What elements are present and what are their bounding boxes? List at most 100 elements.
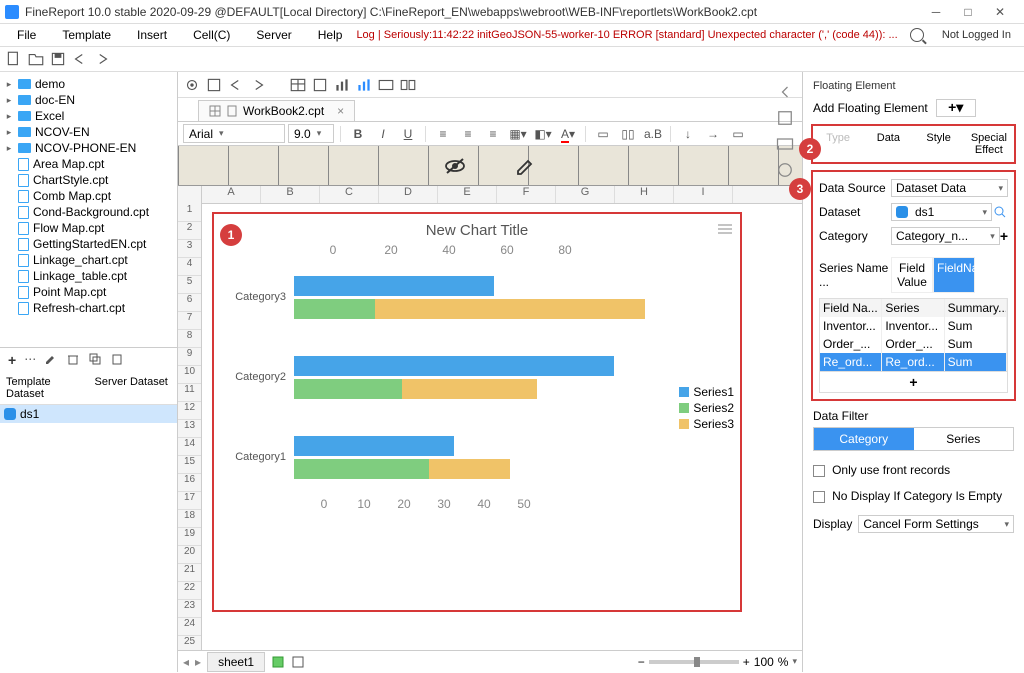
search-icon[interactable] <box>910 28 924 42</box>
element-icon[interactable] <box>775 108 795 128</box>
add-series-button[interactable]: + <box>820 371 1007 392</box>
col-header[interactable]: I <box>674 186 733 203</box>
row-header[interactable]: 1 <box>178 204 201 222</box>
float-chart-icon[interactable] <box>355 76 373 94</box>
preview-icon[interactable] <box>183 76 201 94</box>
tree-file[interactable]: Area Map.cpt <box>2 156 175 172</box>
next-sheet-icon[interactable]: ▸ <box>195 655 201 669</box>
row-header[interactable]: 22 <box>178 582 201 600</box>
visibility-off-icon[interactable] <box>440 154 470 178</box>
sheet-tab[interactable]: sheet1 <box>207 652 265 672</box>
unmerge-icon[interactable] <box>399 76 417 94</box>
row-header[interactable]: 24 <box>178 618 201 636</box>
zoom-dropdown-icon[interactable]: ▾ <box>792 656 797 667</box>
bold-icon[interactable]: B <box>347 127 369 141</box>
col-header[interactable]: A <box>202 186 261 203</box>
data-source-combo[interactable]: Dataset Data▾ <box>891 179 1008 197</box>
zoom-in-icon[interactable]: + <box>743 655 750 669</box>
row-header[interactable]: 17 <box>178 492 201 510</box>
font-family-combo[interactable]: Arial▾ <box>183 124 285 143</box>
menu-template[interactable]: Template <box>50 26 123 44</box>
expand-right-icon[interactable]: → <box>702 127 724 141</box>
undo-icon[interactable] <box>227 76 245 94</box>
tree-file[interactable]: Cond-Background.cpt <box>2 204 175 220</box>
filter-series-tab[interactable]: Series <box>914 428 1014 450</box>
save-icon[interactable] <box>205 76 223 94</box>
tree-file[interactable]: GettingStartedEN.cpt <box>2 236 175 252</box>
tree-folder[interactable]: ▸Excel <box>2 108 175 124</box>
row-header[interactable]: 2 <box>178 222 201 240</box>
col-series[interactable]: Series <box>882 299 944 317</box>
font-size-combo[interactable]: 9.0▾ <box>288 124 334 143</box>
row-header[interactable]: 25 <box>178 636 201 650</box>
table-icon[interactable] <box>289 76 307 94</box>
row-header[interactable]: 13 <box>178 420 201 438</box>
menu-file[interactable]: File <box>5 26 48 44</box>
save-icon[interactable] <box>49 50 67 68</box>
format-icon[interactable]: a.B <box>642 127 664 141</box>
row-header[interactable]: 20 <box>178 546 201 564</box>
col-header[interactable]: H <box>615 186 674 203</box>
col-summary[interactable]: Summary... <box>945 299 1007 317</box>
row-header[interactable]: 6 <box>178 294 201 312</box>
undo-icon[interactable] <box>71 50 89 68</box>
col-header[interactable]: B <box>261 186 320 203</box>
row-header[interactable]: 4 <box>178 258 201 276</box>
cell-prop-icon[interactable] <box>775 134 795 154</box>
expand-down-icon[interactable]: ↓ <box>677 127 699 141</box>
tree-file[interactable]: Refresh-chart.cpt <box>2 300 175 316</box>
copy-dataset-icon[interactable] <box>88 352 102 366</box>
menu-help[interactable]: Help <box>306 26 355 44</box>
row-header[interactable]: 11 <box>178 384 201 402</box>
login-status[interactable]: Not Logged In <box>934 29 1019 41</box>
filter-category-tab[interactable]: Category <box>814 428 914 450</box>
unmerge-icon[interactable]: ▯▯ <box>617 127 639 141</box>
dataset-row[interactable]: ds1 <box>0 405 177 423</box>
align-center-icon[interactable]: ≡ <box>457 127 479 141</box>
row-header[interactable]: 14 <box>178 438 201 456</box>
row-header[interactable]: 9 <box>178 348 201 366</box>
chart-menu-icon[interactable] <box>718 224 732 234</box>
menu-cell[interactable]: Cell(C) <box>181 26 242 44</box>
col-header[interactable]: C <box>320 186 379 203</box>
new-icon[interactable] <box>5 50 23 68</box>
close-tab-icon[interactable]: × <box>337 104 344 118</box>
expand-panel-icon[interactable] <box>775 82 795 102</box>
tree-file[interactable]: Point Map.cpt <box>2 284 175 300</box>
open-icon[interactable] <box>27 50 45 68</box>
std-dataset-icon[interactable]: ⋯ <box>24 352 36 368</box>
col-header[interactable]: F <box>497 186 556 203</box>
row-headers[interactable]: 1234567891011121314151617181920212223242… <box>178 186 202 650</box>
freeze-icon[interactable] <box>271 655 285 669</box>
row-header[interactable]: 18 <box>178 510 201 528</box>
row-header[interactable]: 5 <box>178 276 201 294</box>
tree-file[interactable]: ChartStyle.cpt <box>2 172 175 188</box>
row-header[interactable]: 12 <box>178 402 201 420</box>
tree-file[interactable]: Linkage_table.cpt <box>2 268 175 284</box>
dataset-combo[interactable]: ds1▾ <box>891 203 992 221</box>
align-right-icon[interactable]: ≡ <box>482 127 504 141</box>
search-dataset-icon[interactable] <box>992 204 1008 220</box>
border-icon[interactable]: ▦▾ <box>507 127 529 141</box>
row-header[interactable]: 3 <box>178 240 201 258</box>
tab-data[interactable]: Data <box>863 126 913 162</box>
merge-icon[interactable]: ▭ <box>592 127 614 141</box>
template-dataset-header[interactable]: Template Dataset <box>0 372 89 404</box>
file-tree[interactable]: ▸demo▸doc-EN▸Excel▸NCOV-EN▸NCOV-PHONE-EN… <box>0 72 177 347</box>
series-row[interactable]: Order_...Order_...Sum <box>820 335 1007 353</box>
redo-icon[interactable] <box>93 50 111 68</box>
data-filter-header[interactable]: Data Filter <box>813 409 1014 423</box>
fill-color-icon[interactable]: ◧▾ <box>532 127 554 141</box>
col-field-name[interactable]: Field Na... <box>820 299 882 317</box>
add-dataset-icon[interactable]: + <box>8 352 16 368</box>
tree-folder[interactable]: ▸NCOV-EN <box>2 124 175 140</box>
font-color-icon[interactable]: A▾ <box>557 127 579 141</box>
add-category-icon[interactable]: + <box>1000 228 1008 244</box>
zoom-slider[interactable] <box>649 660 739 664</box>
close-icon[interactable]: ✕ <box>991 5 1009 19</box>
row-header[interactable]: 23 <box>178 600 201 618</box>
underline-icon[interactable]: U <box>397 127 419 141</box>
chart-icon[interactable] <box>333 76 351 94</box>
row-header[interactable]: 8 <box>178 330 201 348</box>
row-header[interactable]: 7 <box>178 312 201 330</box>
